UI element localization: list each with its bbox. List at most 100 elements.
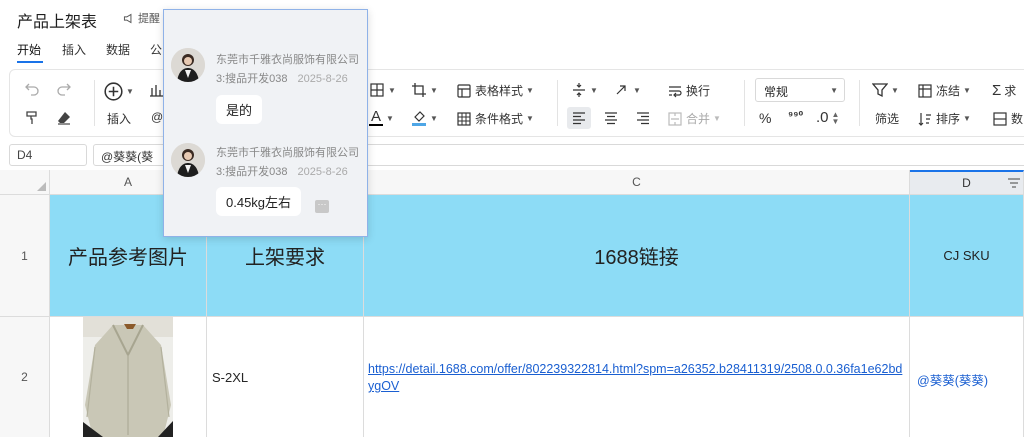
cell-b2[interactable]: S-2XL xyxy=(207,317,364,437)
redo-icon xyxy=(57,83,71,96)
freeze-button[interactable]: 冻结 ▼ xyxy=(917,82,971,99)
cell-d1[interactable]: CJ SKU xyxy=(910,195,1024,317)
cell-d2[interactable]: @葵葵(葵葵) xyxy=(910,317,1024,437)
product-image[interactable] xyxy=(83,317,173,437)
row-header-2[interactable]: 2 xyxy=(0,317,50,437)
formula-bar: D4 @葵葵(葵 xyxy=(0,140,1024,170)
format-painter-icon xyxy=(26,111,37,124)
more-options-icon[interactable]: ··· xyxy=(315,200,329,213)
column-header-c[interactable]: C xyxy=(364,170,910,195)
name-box[interactable]: D4 xyxy=(9,144,87,166)
comment-bubble: 0.45kg左右 xyxy=(216,187,302,216)
remind-button[interactable]: 提醒 xyxy=(122,10,160,26)
top-bar: 产品上架表 提醒 xyxy=(0,0,1024,36)
merge-button[interactable]: 合并 ▼ xyxy=(667,110,721,127)
chevron-down-icon: ▼ xyxy=(633,85,641,95)
insert-label[interactable]: 插入 xyxy=(107,110,131,127)
font-color-icon: A xyxy=(369,108,384,126)
comment-meta: 3:搜品开发038 2025-8-26 xyxy=(216,163,348,179)
document-title[interactable]: 产品上架表 xyxy=(17,8,97,32)
filter-label[interactable]: 筛选 xyxy=(875,110,899,127)
stepper-icon: ▲ ▼ xyxy=(831,109,840,126)
crop-icon xyxy=(412,83,426,97)
border-button[interactable]: ▼ xyxy=(369,82,396,98)
mention-button[interactable]: @ xyxy=(151,110,163,124)
ribbon-toolbar: ▼ 插入 @ ▼ ▼ 表格样式 ▼ A ▼ ▼ 条件格式 ▼ ▼ ▼ 换行 合并… xyxy=(9,69,1024,137)
column-button[interactable]: 数 xyxy=(992,110,1023,127)
chevron-down-icon: ▼ xyxy=(386,113,394,123)
tab-formula[interactable]: 公 xyxy=(150,41,162,58)
chevron-down-icon: ▼ xyxy=(891,85,899,95)
cond-format-button[interactable]: 条件格式 ▼ xyxy=(456,110,534,127)
number-format-select[interactable]: 常规 ▼ xyxy=(755,78,845,102)
sort-icon xyxy=(918,112,931,126)
format-painter-button[interactable] xyxy=(24,110,40,126)
font-color-button[interactable]: A ▼ xyxy=(369,108,394,126)
align-right-button[interactable] xyxy=(635,110,651,126)
decimal-button[interactable]: .0 ▲ ▼ xyxy=(816,109,839,126)
sort-label: 排序 xyxy=(936,112,961,126)
fill-color-button[interactable]: ▼ xyxy=(411,110,438,126)
select-all-corner[interactable] xyxy=(0,170,50,195)
decimal-label: .0 xyxy=(816,109,829,126)
tab-insert[interactable]: 插入 xyxy=(62,41,86,58)
cell-c1[interactable]: 1688链接 xyxy=(364,195,910,317)
comment-popup[interactable]: 东莞市千雅衣尚服饰有限公司 3:搜品开发038 2025-8-26 是的 东莞市千… xyxy=(163,9,368,237)
chevron-down-icon: ▼ xyxy=(590,85,598,95)
align-center-button[interactable] xyxy=(603,110,619,126)
text-rotate-button[interactable]: ▼ xyxy=(614,82,641,98)
sum-button[interactable]: Σ 求 xyxy=(992,82,1016,99)
active-tab-indicator xyxy=(17,61,43,63)
freeze-label: 冻结 xyxy=(936,84,961,98)
comment-sub: 3:搜品开发038 xyxy=(216,73,288,85)
tab-data[interactable]: 数据 xyxy=(106,41,130,58)
fill-color-icon xyxy=(412,111,426,126)
cond-format-label: 条件格式 xyxy=(475,112,524,126)
avatar xyxy=(171,48,205,82)
avatar xyxy=(171,143,205,177)
filter-icon xyxy=(872,83,888,98)
comment-bubble: 是的 xyxy=(216,95,263,124)
chevron-down-icon: ▼ xyxy=(713,114,721,123)
comment-author: 东莞市千雅衣尚服饰有限公司 xyxy=(216,147,359,159)
vertical-align-button[interactable]: ▼ xyxy=(571,82,598,98)
chevron-down-icon: ▼ xyxy=(526,86,534,95)
chevron-down-icon: ▼ xyxy=(526,114,534,123)
menu-bar: 开始 插入 数据 公 xyxy=(0,36,1024,66)
sort-button[interactable]: 排序 ▼ xyxy=(917,110,971,127)
comment-sub: 3:搜品开发038 xyxy=(216,166,288,178)
merge-icon xyxy=(668,111,682,126)
comment-meta: 3:搜品开发038 2025-8-26 xyxy=(216,70,348,86)
undo-button[interactable] xyxy=(24,80,40,96)
product-link[interactable]: https://detail.1688.com/offer/8022393228… xyxy=(368,362,902,393)
wrap-icon xyxy=(669,85,682,97)
cell-c2[interactable]: https://detail.1688.com/offer/8022393228… xyxy=(364,317,910,437)
number-format-value: 常规 xyxy=(764,85,789,99)
redo-button[interactable] xyxy=(56,80,72,96)
wrap-button[interactable]: 换行 xyxy=(667,82,710,99)
insert-add-button[interactable]: ▼ xyxy=(104,82,134,101)
align-center-icon xyxy=(605,112,617,125)
percent-button[interactable]: % xyxy=(759,110,771,126)
tab-home[interactable]: 开始 xyxy=(17,41,41,58)
condition-format-icon xyxy=(457,111,471,126)
chevron-down-icon: ▼ xyxy=(963,86,971,95)
column-filter-icon[interactable] xyxy=(1007,177,1021,191)
column-header-d-label: D xyxy=(962,176,971,190)
table-style-button[interactable]: 表格样式 ▼ xyxy=(456,82,534,99)
row-header-1[interactable]: 1 xyxy=(0,195,50,317)
text-rotate-icon xyxy=(616,85,626,95)
vertical-align-icon xyxy=(573,83,585,97)
crop-button[interactable]: ▼ xyxy=(411,82,438,98)
wrap-label: 换行 xyxy=(686,84,711,98)
thousands-button[interactable]: ⁹⁹⁰ xyxy=(788,109,803,122)
chevron-down-icon: ▼ xyxy=(430,85,438,95)
comment-author: 东莞市千雅衣尚服饰有限公司 xyxy=(216,54,359,66)
filter-dropdown[interactable]: ▼ xyxy=(872,82,899,98)
chevron-down-icon: ▼ xyxy=(126,87,134,96)
eraser-button[interactable] xyxy=(56,110,72,126)
column-header-d[interactable]: D xyxy=(910,170,1024,195)
mention-tag[interactable]: @葵葵(葵葵) xyxy=(917,374,988,388)
align-left-icon xyxy=(573,112,585,125)
align-left-button[interactable] xyxy=(571,110,587,126)
